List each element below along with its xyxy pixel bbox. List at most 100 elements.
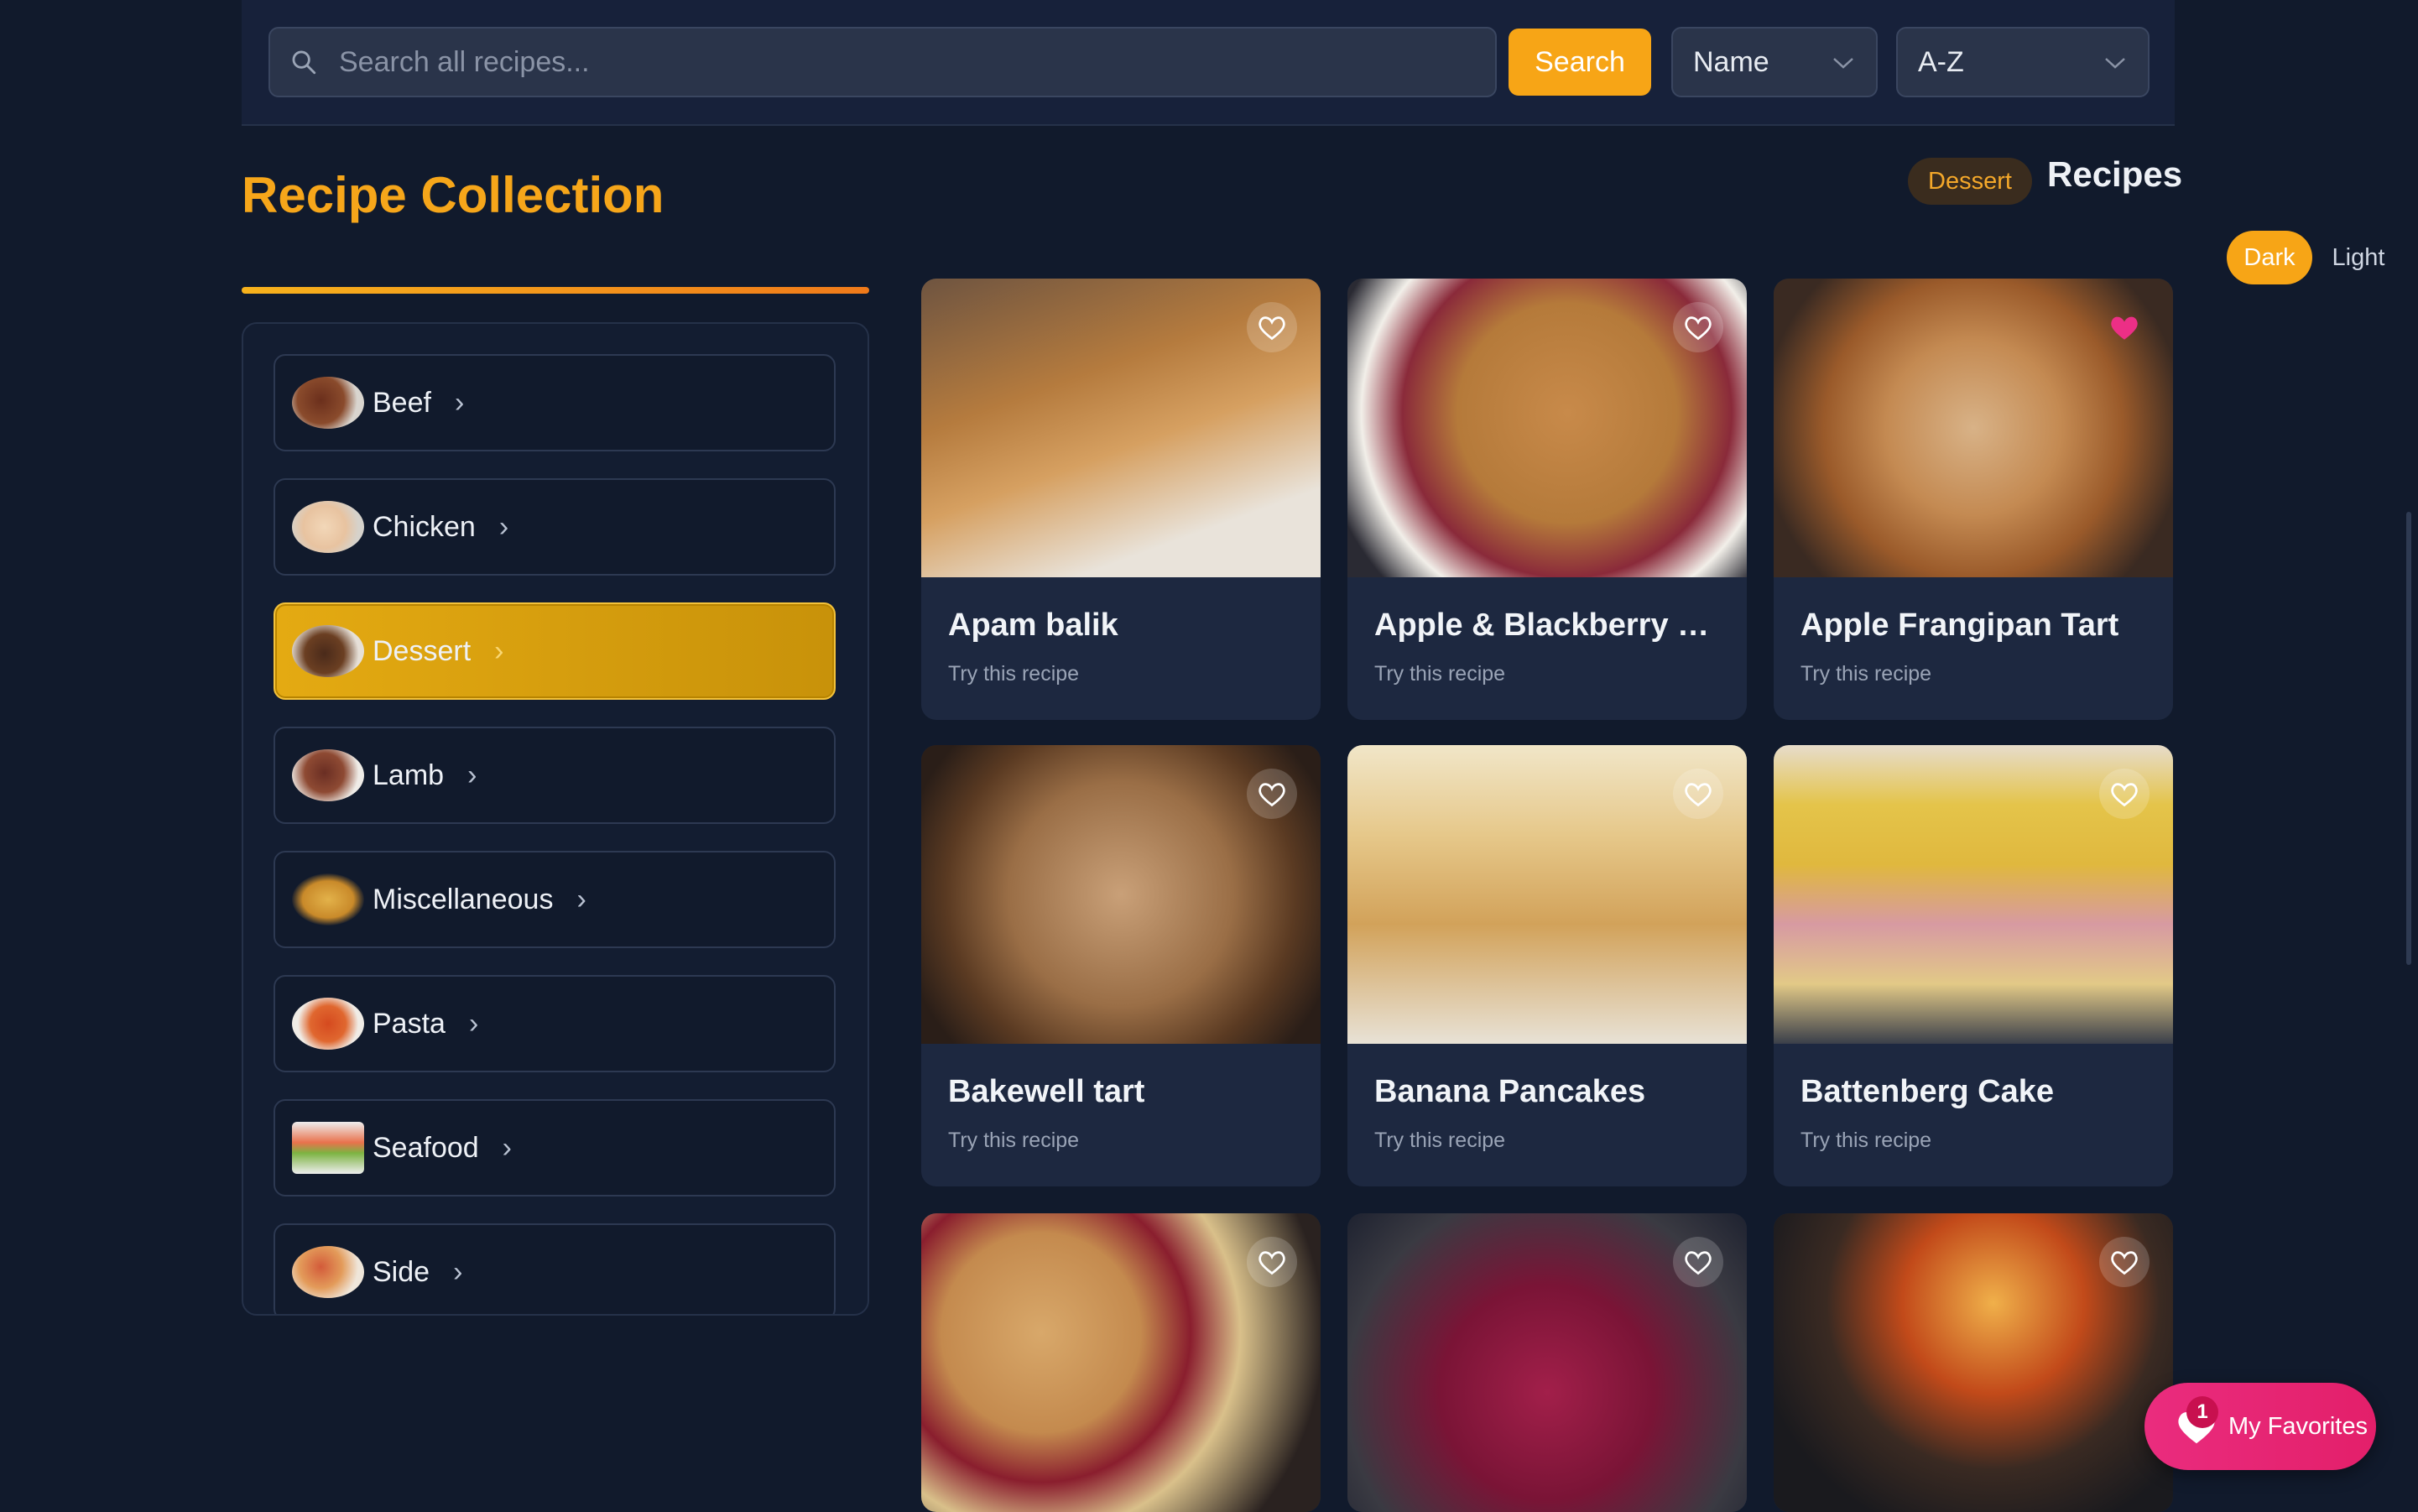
heart-outline-icon [1685,783,1712,807]
category-item-seafood[interactable]: Seafood › [274,1099,836,1197]
favorite-button[interactable] [2099,302,2150,352]
chevron-right-icon: › [502,1131,512,1164]
recipe-image [1774,1213,2173,1512]
search-icon [270,48,337,76]
category-item-miscellaneous[interactable]: Miscellaneous › [274,851,836,948]
recipe-image [921,279,1321,577]
category-label: Side [373,1255,430,1288]
favorite-button[interactable] [1247,769,1297,819]
heart-icon: 1 [2170,1396,2223,1453]
recipe-subtitle: Try this recipe [948,1129,1080,1152]
recipe-card[interactable]: Bakewell tart Try this recipe [921,745,1321,1186]
category-label: Pasta [373,1007,446,1040]
heart-outline-icon [2111,1251,2138,1275]
theme-light-button[interactable]: Light [2312,231,2405,284]
category-badge: Dessert [1908,158,2032,205]
lamb-thumbnail [292,749,364,801]
favorite-button[interactable] [2099,769,2150,819]
category-label: Seafood [373,1131,479,1164]
recipe-title: Apple Frangipan Tart [1800,607,2119,643]
recipe-card[interactable]: Apple & Blackberry Cr... Try this recipe [1347,279,1747,720]
recipe-title: Apple & Blackberry Cr... [1374,607,1720,643]
recipe-subtitle: Try this recipe [1374,1129,1506,1152]
category-label: Lamb [373,759,445,791]
side-thumbnail [292,1246,364,1298]
recipe-title: Bakewell tart [948,1074,1145,1109]
category-label: Miscellaneous [373,883,554,915]
miscellaneous-thumbnail [292,873,364,925]
chevron-down-icon [1831,46,1856,79]
sort-order-select[interactable]: A-Z [1896,27,2150,97]
heart-outline-icon [1259,316,1285,341]
favorite-button[interactable] [2099,1237,2150,1287]
favorite-button[interactable] [1673,1237,1723,1287]
sort-field-select[interactable]: Name [1671,27,1878,97]
dessert-thumbnail [292,625,364,677]
category-label: Beef [373,386,431,419]
recipe-image [1347,745,1747,1044]
heart-outline-icon [1259,1251,1285,1275]
search-button[interactable]: Search [1509,29,1651,96]
recipe-card[interactable] [1774,1213,2173,1512]
page-scrollbar[interactable] [2406,512,2411,965]
chevron-right-icon: › [494,634,504,667]
chevron-right-icon: › [576,883,586,915]
category-label: Dessert [373,634,472,667]
search-box[interactable] [268,27,1497,97]
category-item-lamb[interactable]: Lamb › [274,727,836,824]
recipe-title: Apam balik [948,607,1118,643]
favorite-button[interactable] [1673,302,1723,352]
chevron-right-icon: › [498,510,509,543]
search-input[interactable] [337,29,1495,96]
category-label: Chicken [373,510,476,543]
recipe-card[interactable] [1347,1213,1747,1512]
recipe-image [1774,745,2173,1044]
favorite-button[interactable] [1247,302,1297,352]
heart-outline-icon [1685,316,1712,341]
heart-outline-icon [2111,783,2138,807]
page-title: Recipe Collection [242,167,664,223]
sort-order-value: A-Z [1918,45,1964,78]
recipe-card[interactable]: Banana Pancakes Try this recipe [1347,745,1747,1186]
category-sidebar: Beef › Chicken › Dessert › Lamb › Miscel… [242,322,869,1316]
favorite-button[interactable] [1673,769,1723,819]
favorite-button[interactable] [1247,1237,1297,1287]
category-item-beef[interactable]: Beef › [274,354,836,451]
my-favorites-button[interactable]: 1 My Favorites [2144,1383,2376,1470]
recipe-image [921,1213,1321,1512]
favorites-count-badge: 1 [2186,1396,2218,1428]
category-item-pasta[interactable]: Pasta › [274,975,836,1072]
category-item-chicken[interactable]: Chicken › [274,478,836,576]
pasta-thumbnail [292,998,364,1050]
recipe-title: Banana Pancakes [1374,1074,1646,1109]
recipe-card[interactable] [921,1213,1321,1512]
category-item-side[interactable]: Side › [274,1223,836,1314]
recipes-heading: Recipes [2047,154,2183,194]
seafood-thumbnail [292,1122,364,1174]
recipe-title: Battenberg Cake [1800,1074,2054,1109]
recipe-image [1774,279,2173,577]
recipe-subtitle: Try this recipe [1374,662,1506,686]
chevron-right-icon: › [453,1255,463,1288]
chevron-right-icon: › [467,759,477,791]
theme-toggle: Dark Light [2227,230,2410,285]
favorites-label: My Favorites [2228,1412,2368,1440]
heart-outline-icon [1259,783,1285,807]
recipe-subtitle: Try this recipe [1800,1129,1932,1152]
chevron-right-icon: › [454,386,465,419]
recipe-image [1347,279,1747,577]
heart-filled-icon [2111,316,2138,340]
chevron-down-icon [2103,46,2128,79]
recipe-image [921,745,1321,1044]
recipe-card[interactable]: Apple Frangipan Tart Try this recipe [1774,279,2173,720]
recipe-subtitle: Try this recipe [1800,662,1932,686]
title-underline [242,287,869,294]
recipe-card[interactable]: Apam balik Try this recipe [921,279,1321,720]
theme-dark-button[interactable]: Dark [2227,231,2312,284]
search-toolbar: Search Name A-Z [242,0,2175,126]
recipe-card[interactable]: Battenberg Cake Try this recipe [1774,745,2173,1186]
sort-field-value: Name [1693,45,1769,78]
chevron-right-icon: › [468,1007,479,1040]
recipe-subtitle: Try this recipe [948,662,1080,686]
category-item-dessert[interactable]: Dessert › [274,602,836,700]
